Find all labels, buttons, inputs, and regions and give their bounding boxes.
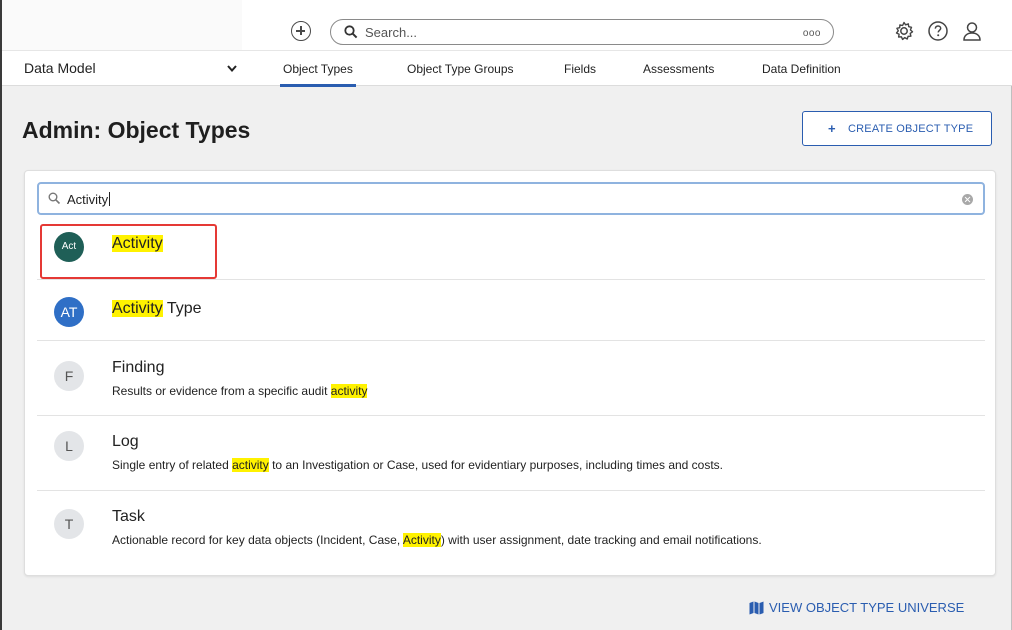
avatar: F — [54, 361, 84, 391]
list-item-finding[interactable]: F Finding Results or evidence from a spe… — [37, 340, 985, 415]
text-cursor — [109, 192, 111, 206]
search-icon — [48, 192, 61, 205]
tab-object-type-groups[interactable]: Object Type Groups — [407, 62, 514, 76]
search-icon — [344, 25, 358, 39]
list-item-name: Activity Type — [112, 300, 202, 317]
help-icon[interactable] — [927, 20, 949, 42]
top-bar-left-area — [2, 0, 242, 50]
tab-fields[interactable]: Fields — [564, 62, 596, 76]
list-item-name: Finding — [112, 359, 165, 376]
list-item-log[interactable]: L Log Single entry of related activity t… — [37, 415, 985, 490]
app-window: Search... ooo Data Model Object Types Ob… — [0, 0, 1012, 630]
list-item-task[interactable]: T Task Actionable record for key data ob… — [37, 490, 985, 565]
global-search-input[interactable]: Search... ooo — [330, 19, 834, 45]
global-search-placeholder: Search... — [365, 25, 418, 40]
filter-value: Activity — [67, 192, 111, 207]
data-model-dropdown[interactable]: Data Model — [2, 51, 242, 86]
clear-search-icon[interactable] — [962, 194, 973, 205]
create-object-type-button[interactable]: + CREATE OBJECT TYPE — [802, 111, 992, 146]
list-item-activity-type[interactable]: AT Activity Type — [37, 279, 985, 340]
selection-highlight-box — [40, 224, 217, 279]
chevron-down-icon — [227, 65, 237, 72]
avatar: AT — [54, 297, 84, 327]
list-item-description: Actionable record for key data objects (… — [112, 533, 762, 547]
search-highlight: Activity — [112, 300, 163, 317]
list-item-description: Results or evidence from a specific audi… — [112, 384, 368, 398]
universe-link-label: VIEW OBJECT TYPE UNIVERSE — [769, 600, 965, 615]
tab-object-types[interactable]: Object Types — [280, 62, 356, 87]
tab-assessments[interactable]: Assessments — [643, 62, 714, 76]
data-model-label: Data Model — [24, 60, 96, 76]
avatar: T — [54, 509, 84, 539]
top-bar: Search... ooo — [2, 0, 1012, 50]
search-options-icon[interactable]: ooo — [803, 28, 821, 39]
list-item-name: Task — [112, 508, 145, 525]
add-circle-icon[interactable] — [291, 21, 311, 41]
tab-data-definition[interactable]: Data Definition — [762, 62, 841, 76]
tabs-bar: Data Model Object Types Object Type Grou… — [2, 50, 1012, 87]
list-item-name: Log — [112, 433, 139, 450]
avatar: L — [54, 431, 84, 461]
map-icon — [749, 601, 764, 615]
search-highlight: activity — [232, 458, 269, 472]
plus-icon: + — [828, 121, 836, 136]
user-icon[interactable] — [961, 20, 983, 42]
list-item-description: Single entry of related activity to an I… — [112, 458, 724, 472]
create-object-type-label: CREATE OBJECT TYPE — [848, 123, 974, 135]
settings-icon[interactable] — [893, 20, 915, 42]
search-highlight: Activity — [402, 533, 441, 547]
object-type-filter-input[interactable]: Activity — [37, 182, 985, 215]
search-highlight: activity — [330, 384, 368, 398]
page-title: Admin: Object Types — [22, 117, 251, 143]
